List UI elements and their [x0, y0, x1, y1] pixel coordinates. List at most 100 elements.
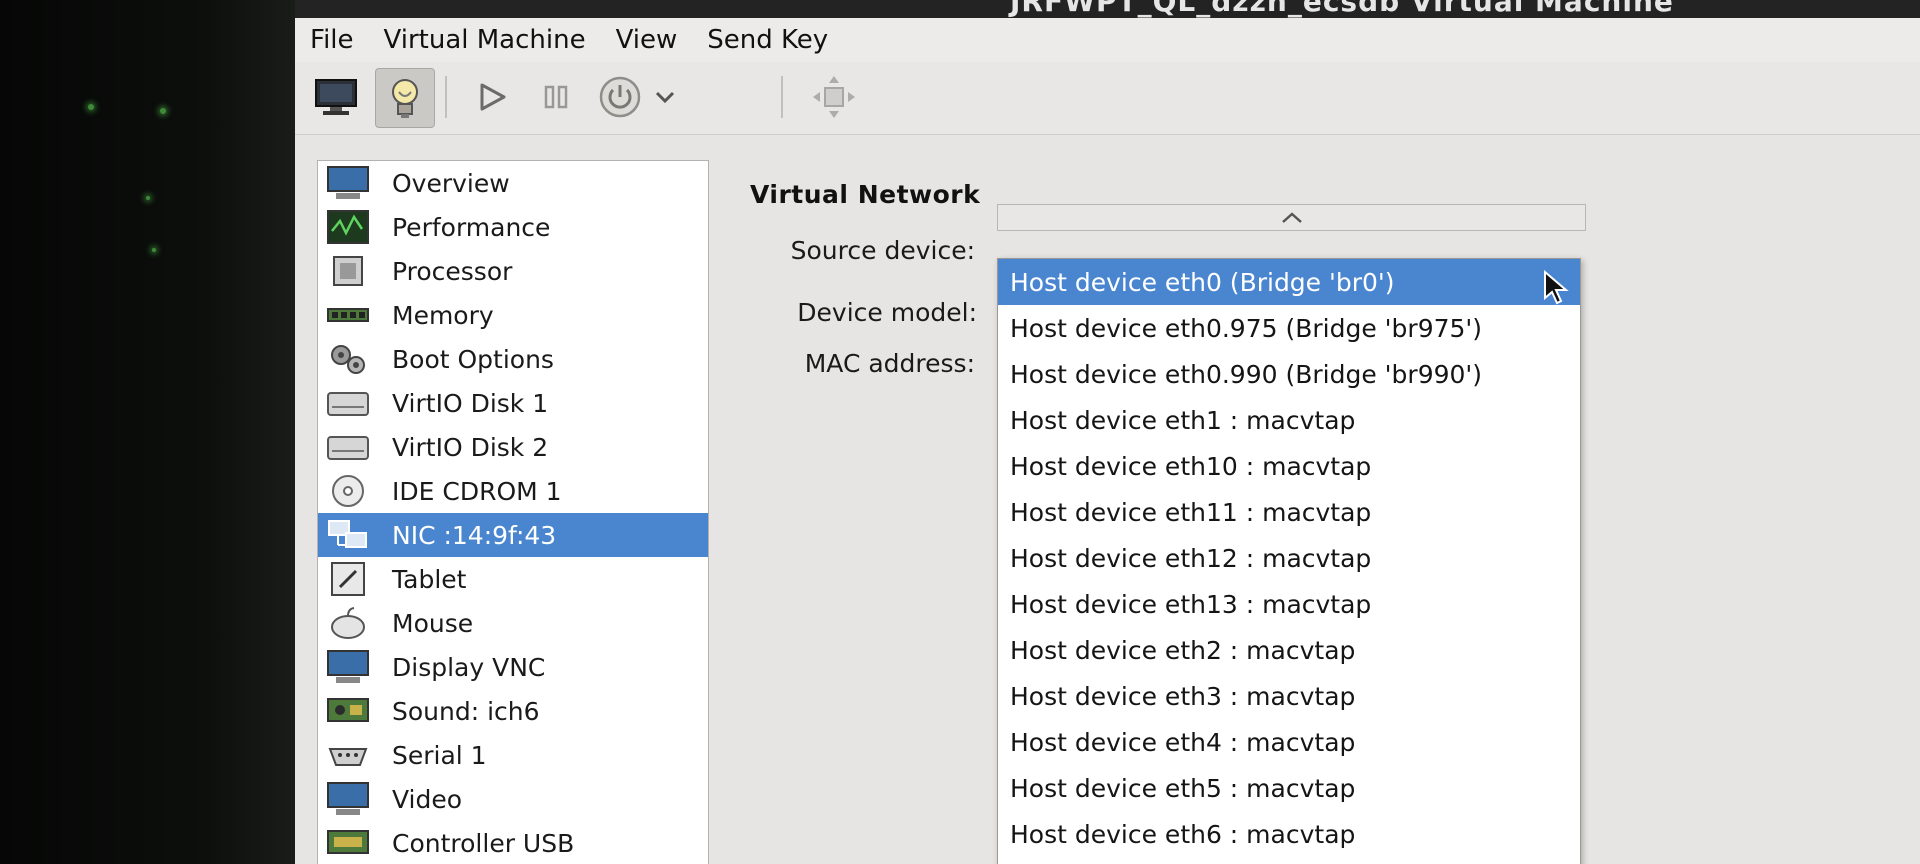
sidebar-item-label: Display VNC [392, 652, 546, 682]
sidebar-item-tablet[interactable]: Tablet [318, 557, 708, 601]
menu-bar: File Virtual Machine View Send Key [295, 18, 1920, 62]
cpu-icon [326, 253, 370, 289]
shutdown-menu-button[interactable] [643, 68, 687, 126]
serial-icon [326, 737, 370, 773]
performance-icon [326, 209, 370, 245]
menu-send-key[interactable]: Send Key [692, 25, 843, 55]
sound-card-icon [326, 693, 370, 729]
display-icon [326, 649, 370, 685]
sidebar-item-label: VirtIO Disk 1 [392, 388, 549, 418]
dropdown-option[interactable]: Host device eth10 : macvtap [998, 443, 1580, 489]
dropdown-option[interactable]: Host device eth1 : macvtap [998, 397, 1580, 443]
pause-icon [544, 85, 568, 109]
sidebar-item-ide-cdrom-1[interactable]: IDE CDROM 1 [318, 469, 708, 513]
hardware-list: Overview Performance Processor Memory Bo… [317, 160, 709, 864]
dropdown-option[interactable]: Host device eth2 : macvtap [998, 627, 1580, 673]
sidebar-item-label: Serial 1 [392, 740, 487, 770]
sidebar-item-controller-usb[interactable]: Controller USB [318, 821, 708, 864]
fullscreen-button[interactable] [805, 68, 863, 126]
gears-icon [326, 341, 370, 377]
shutdown-button[interactable] [591, 68, 649, 126]
section-title: Virtual Network [750, 180, 981, 209]
sidebar-item-display-vnc[interactable]: Display VNC [318, 645, 708, 689]
sidebar-item-overview[interactable]: Overview [318, 161, 708, 205]
sidebar-item-label: Boot Options [392, 344, 554, 374]
sidebar-item-memory[interactable]: Memory [318, 293, 708, 337]
pause-button[interactable] [527, 68, 585, 126]
sidebar-item-video[interactable]: Video [318, 777, 708, 821]
sidebar-item-label: VirtIO Disk 2 [392, 432, 549, 462]
dropdown-scroll-up[interactable] [997, 204, 1586, 231]
sidebar-item-label: IDE CDROM 1 [392, 476, 562, 506]
memory-icon [326, 297, 370, 333]
dropdown-option[interactable]: Host device eth0.990 (Bridge 'br990') [998, 351, 1580, 397]
sidebar-item-sound[interactable]: Sound: ich6 [318, 689, 708, 733]
monitor-icon [315, 79, 357, 115]
menu-view[interactable]: View [601, 25, 693, 55]
run-button[interactable] [463, 68, 521, 126]
chevron-up-icon [1281, 211, 1302, 223]
show-console-button[interactable] [307, 68, 365, 126]
video-icon [326, 781, 370, 817]
sidebar-item-label: Tablet [392, 564, 467, 594]
sidebar-item-virtio-disk-2[interactable]: VirtIO Disk 2 [318, 425, 708, 469]
dropdown-option[interactable]: Host device eth0.975 (Bridge 'br975') [998, 305, 1580, 351]
sidebar-item-virtio-disk-1[interactable]: VirtIO Disk 1 [318, 381, 708, 425]
tablet-icon [326, 561, 370, 597]
show-details-button[interactable] [375, 68, 435, 128]
mouse-icon [326, 605, 370, 641]
status-led [88, 104, 94, 110]
status-led [152, 248, 156, 252]
dropdown-option[interactable]: Host device eth5 : macvtap [998, 765, 1580, 811]
sidebar-item-serial-1[interactable]: Serial 1 [318, 733, 708, 777]
toolbar [295, 62, 1920, 135]
sidebar-item-label: Overview [392, 168, 510, 198]
mouse-pointer-icon [1544, 270, 1569, 305]
sidebar-item-label: NIC :14:9f:43 [392, 520, 557, 550]
toolbar-separator [781, 76, 783, 118]
sidebar-item-nic[interactable]: NIC :14:9f:43 [318, 513, 708, 557]
sidebar-item-label: Performance [392, 212, 551, 242]
sidebar-item-label: Sound: ich6 [392, 696, 540, 726]
sidebar-item-label: Processor [392, 256, 513, 286]
mac-address-label: MAC address: [804, 349, 975, 378]
dropdown-option[interactable]: Host device eth12 : macvtap [998, 535, 1580, 581]
source-device-dropdown: Host device eth0 (Bridge 'br0') Host dev… [997, 258, 1581, 864]
dropdown-option[interactable]: Host device eth11 : macvtap [998, 489, 1580, 535]
sidebar-item-mouse[interactable]: Mouse [318, 601, 708, 645]
power-icon [599, 76, 641, 118]
cdrom-icon [326, 473, 370, 509]
window-title: JRFWPT_QL_dzzh_ecsdb Virtual Machine [1010, 0, 1674, 18]
network-icon [326, 517, 370, 553]
sidebar-item-label: Memory [392, 300, 494, 330]
disk-icon [326, 429, 370, 465]
menu-virtual-machine[interactable]: Virtual Machine [369, 25, 601, 55]
status-led [160, 108, 166, 114]
dropdown-option[interactable]: Host device eth13 : macvtap [998, 581, 1580, 627]
fullscreen-icon [813, 76, 855, 118]
dropdown-option[interactable]: Host device eth6 : macvtap [998, 811, 1580, 857]
source-device-label: Source device: [790, 236, 975, 265]
sidebar-item-label: Controller USB [392, 828, 575, 858]
sidebar-item-label: Video [392, 784, 463, 814]
device-model-label: Device model: [797, 298, 977, 327]
sidebar-item-performance[interactable]: Performance [318, 205, 708, 249]
sidebar-item-label: Mouse [392, 608, 474, 638]
dropdown-option[interactable]: Host device eth4 : macvtap [998, 719, 1580, 765]
window-titlebar: JRFWPT_QL_dzzh_ecsdb Virtual Machine [295, 0, 1920, 18]
dropdown-option[interactable]: Host device eth3 : macvtap [998, 673, 1580, 719]
status-led [146, 196, 150, 200]
dropdown-option[interactable]: Host device eth0 (Bridge 'br0') [998, 259, 1580, 305]
monitor-icon [326, 165, 370, 201]
toolbar-separator [445, 76, 447, 118]
sidebar-item-processor[interactable]: Processor [318, 249, 708, 293]
lightbulb-icon [392, 79, 418, 118]
monitor-bezel [0, 0, 295, 864]
disk-icon [326, 385, 370, 421]
menu-file[interactable]: File [295, 25, 369, 55]
usb-controller-icon [326, 825, 370, 861]
sidebar-item-boot-options[interactable]: Boot Options [318, 337, 708, 381]
chevron-down-icon [655, 91, 675, 104]
vm-details-window: JRFWPT_QL_dzzh_ecsdb Virtual Machine Fil… [295, 0, 1920, 864]
play-icon [480, 83, 506, 111]
